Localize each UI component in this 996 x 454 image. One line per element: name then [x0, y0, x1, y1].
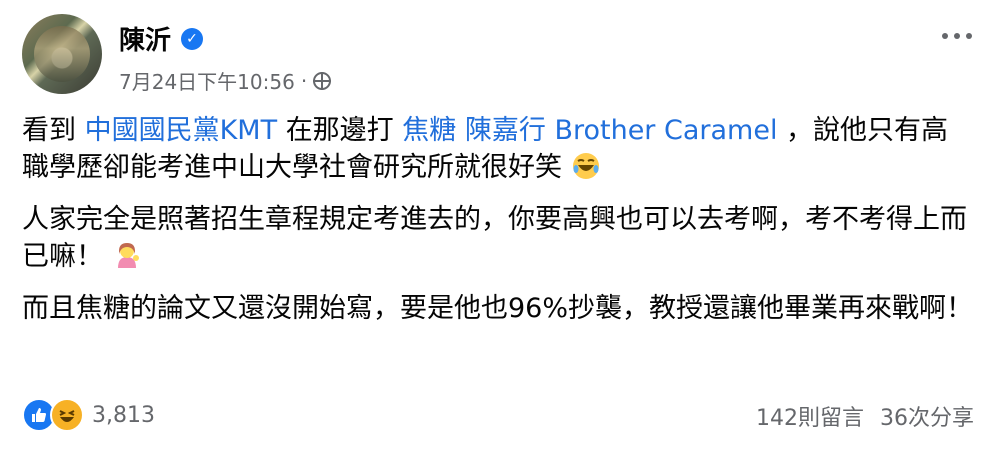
more-dot-icon — [942, 33, 948, 39]
globe-icon — [313, 71, 332, 90]
author-avatar[interactable] — [22, 14, 102, 94]
post-header: 陳沂 ✓ 7月24日下午10:56 · — [22, 14, 972, 94]
comments-count-link[interactable]: 142則留言 — [756, 400, 864, 432]
more-options-button[interactable] — [932, 26, 972, 46]
more-dot-icon — [954, 33, 960, 39]
post-meta: 7月24日下午10:56 · — [119, 66, 332, 95]
meta-separator: · — [300, 68, 308, 93]
post-text: 看到 — [22, 115, 85, 146]
post-content: 看到 中國國民黨KMT 在那邊打 焦糖 陳嘉行 Brother Caramel … — [22, 112, 974, 342]
timestamp[interactable]: 7月24日下午10:56 — [119, 66, 295, 95]
more-dot-icon — [966, 33, 972, 39]
engagement-stats: 142則留言 36次分享 — [756, 400, 974, 432]
post-text: 而且焦糖的論文又還沒開始寫，要是他也96%抄襲，教授還讓他畢業再來戰啊！ — [22, 293, 974, 324]
reaction-count: 3,813 — [92, 402, 155, 428]
avatar-image — [34, 26, 90, 82]
haha-reaction-icon — [50, 398, 84, 432]
post-text: 在那邊打 — [285, 115, 403, 146]
author-name[interactable]: 陳沂 — [119, 20, 171, 57]
post-text: 人家完全是照著招生章程規定考進去的，你要高興也可以去考啊，考不考得上而已嘛！ — [22, 204, 967, 272]
person-tipping-hand-emoji-icon — [117, 243, 139, 268]
shares-count-link[interactable]: 36次分享 — [880, 400, 974, 432]
page-link-caramel[interactable]: 焦糖 陳嘉行 Brother Caramel — [402, 115, 777, 146]
post-paragraph-3: 而且焦糖的論文又還沒開始寫，要是他也96%抄襲，教授還讓他畢業再來戰啊！ — [22, 290, 974, 327]
rofl-emoji-icon — [572, 153, 599, 179]
reactions-summary[interactable]: 3,813 — [22, 398, 155, 432]
post-paragraph-1: 看到 中國國民黨KMT 在那邊打 焦糖 陳嘉行 Brother Caramel … — [22, 112, 974, 186]
post-footer: 3,813 142則留言 36次分享 — [22, 396, 974, 436]
verified-badge-icon: ✓ — [181, 27, 204, 50]
thumbs-up-icon — [32, 408, 46, 422]
post-paragraph-2: 人家完全是照著招生章程規定考進去的，你要高興也可以去考啊，考不考得上而已嘛！ — [22, 201, 974, 275]
laughing-face-icon — [59, 410, 75, 422]
author-name-row: 陳沂 ✓ — [119, 20, 204, 57]
page-link-kmt[interactable]: 中國國民黨KMT — [85, 115, 278, 146]
